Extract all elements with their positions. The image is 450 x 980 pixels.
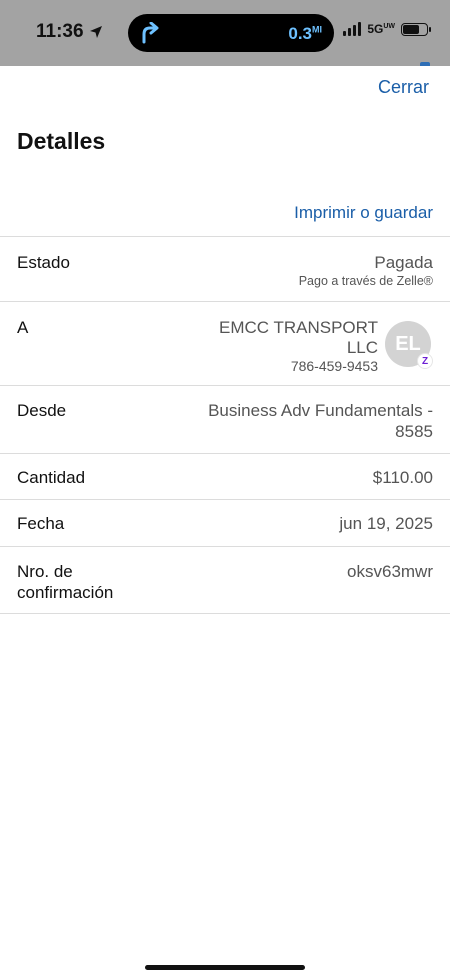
detail-row-recipient: A EMCC TRANSPORT LLC 786-459-9453 EL Z	[0, 301, 450, 385]
recipient-name-line2: LLC	[346, 338, 378, 357]
amount-value: $110.00	[372, 468, 433, 487]
recipient-label: A	[17, 318, 29, 337]
dynamic-island[interactable]: 0.3MI	[128, 14, 334, 52]
from-account-line2: 8585	[395, 422, 433, 441]
battery-icon	[401, 22, 431, 36]
page-title: Detalles	[17, 128, 106, 154]
home-indicator[interactable]	[145, 965, 305, 970]
status-label: Estado	[17, 253, 70, 272]
from-account-line1: Business Adv Fundamentals -	[208, 401, 433, 420]
status-bar: 11:36 0.3MI 5GUW	[0, 0, 450, 66]
confirmation-label-line1: Nro. de	[17, 562, 73, 581]
date-value: jun 19, 2025	[339, 514, 433, 533]
date-label: Fecha	[17, 514, 65, 533]
status-value: Pagada	[374, 253, 433, 272]
detail-row-confirmation: Nro. de confirmación oksv63mwr	[0, 546, 450, 614]
time-text: 11:36	[36, 21, 84, 42]
cellular-signal-icon	[343, 22, 362, 36]
detail-row-date: Fecha jun 19, 2025	[0, 499, 450, 546]
close-button[interactable]: Cerrar	[378, 77, 429, 98]
recipient-phone: 786-459-9453	[290, 358, 378, 374]
confirmation-label-line2: confirmación	[17, 583, 114, 602]
avatar-initials: EL	[395, 332, 421, 355]
from-label: Desde	[17, 401, 67, 420]
recipient-name-line1: EMCC TRANSPORT	[218, 318, 378, 337]
zelle-badge-icon: Z	[417, 353, 433, 369]
detail-row-status: Estado Pagada Pago a través de Zelle®	[0, 236, 450, 301]
confirmation-number: oksv63mwr	[347, 562, 433, 581]
navigation-distance: 0.3MI	[288, 24, 322, 43]
sheet-peek	[420, 62, 430, 66]
status-indicators: 5GUW	[343, 22, 431, 36]
turn-arrow-icon	[142, 22, 159, 44]
amount-label: Cantidad	[17, 468, 86, 487]
location-arrow-icon	[89, 26, 102, 38]
network-type: 5GUW	[367, 22, 395, 36]
detail-row-from: Desde Business Adv Fundamentals - 8585	[0, 385, 450, 453]
print-or-save-button[interactable]: Imprimir o guardar	[294, 203, 433, 223]
status-time: 11:36	[36, 21, 103, 43]
payment-method-note: Pago a través de Zelle®	[298, 274, 433, 288]
detail-row-amount: Cantidad $110.00	[0, 453, 450, 499]
